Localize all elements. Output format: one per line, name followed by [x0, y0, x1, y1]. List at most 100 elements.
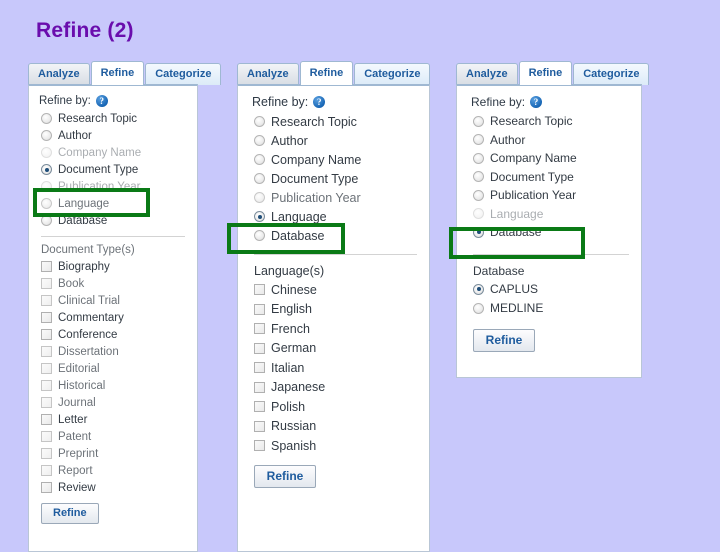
- radio-caplus[interactable]: [473, 283, 484, 295]
- checkbox-row-french[interactable]: French: [252, 319, 419, 339]
- help-icon[interactable]: ?: [95, 95, 108, 107]
- checkbox-row-polish[interactable]: Polish: [252, 397, 419, 417]
- refine-by-option-author[interactable]: Author: [39, 127, 187, 144]
- checkbox-book[interactable]: [41, 278, 52, 289]
- refine-by-option-language[interactable]: Language: [39, 195, 187, 212]
- radio-row-caplus[interactable]: CAPLUS: [471, 280, 631, 299]
- checkbox-review[interactable]: [41, 482, 52, 493]
- refine-by-option-language[interactable]: Language: [471, 205, 631, 224]
- refine-by-option-document-type[interactable]: Document Type: [252, 169, 419, 188]
- refine-by-option-publication-year[interactable]: Publication Year: [252, 188, 419, 207]
- checkbox-french[interactable]: [254, 323, 265, 335]
- checkbox-row-russian[interactable]: Russian: [252, 417, 419, 437]
- radio-language[interactable]: [473, 208, 484, 220]
- radio-publication-year[interactable]: [41, 181, 52, 192]
- radio-language[interactable]: [41, 198, 52, 209]
- checkbox-row-editorial[interactable]: Editorial: [39, 360, 187, 377]
- refine-by-option-publication-year[interactable]: Publication Year: [39, 178, 187, 195]
- refine-by-option-document-type[interactable]: Document Type: [471, 168, 631, 187]
- help-icon[interactable]: ?: [313, 96, 326, 108]
- radio-publication-year[interactable]: [254, 192, 265, 203]
- checkbox-row-patent[interactable]: Patent: [39, 428, 187, 445]
- checkbox-chinese[interactable]: [254, 284, 265, 296]
- refine-by-option-database[interactable]: Database: [252, 226, 419, 245]
- refine-button[interactable]: Refine: [41, 503, 99, 524]
- radio-research-topic[interactable]: [473, 115, 484, 127]
- radio-database[interactable]: [41, 215, 52, 226]
- tab-refine[interactable]: Refine: [518, 61, 573, 85]
- checkbox-polish[interactable]: [254, 401, 265, 413]
- refine-by-option-database[interactable]: Database: [39, 212, 187, 229]
- checkbox-row-german[interactable]: German: [252, 339, 419, 359]
- radio-company-name[interactable]: [41, 147, 52, 158]
- refine-by-option-research-topic[interactable]: Research Topic: [39, 110, 187, 127]
- checkbox-row-italian[interactable]: Italian: [252, 358, 419, 378]
- checkbox-spanish[interactable]: [254, 440, 265, 452]
- refine-by-option-publication-year[interactable]: Publication Year: [471, 186, 631, 205]
- checkbox-row-report[interactable]: Report: [39, 462, 187, 479]
- checkbox-row-letter[interactable]: Letter: [39, 411, 187, 428]
- radio-publication-year[interactable]: [473, 189, 484, 201]
- radio-author[interactable]: [473, 134, 484, 146]
- radio-document-type[interactable]: [473, 171, 484, 183]
- checkbox-japanese[interactable]: [254, 381, 265, 393]
- tab-categorize[interactable]: Categorize: [145, 63, 222, 85]
- tab-categorize[interactable]: Categorize: [354, 63, 431, 85]
- checkbox-letter[interactable]: [41, 414, 52, 425]
- checkbox-german[interactable]: [254, 342, 265, 354]
- refine-by-option-document-type[interactable]: Document Type: [39, 161, 187, 178]
- checkbox-row-review[interactable]: Review: [39, 479, 187, 496]
- radio-document-type[interactable]: [254, 173, 265, 184]
- radio-author[interactable]: [41, 130, 52, 141]
- tab-refine[interactable]: Refine: [90, 61, 145, 85]
- checkbox-conference[interactable]: [41, 329, 52, 340]
- checkbox-row-japanese[interactable]: Japanese: [252, 378, 419, 398]
- checkbox-commentary[interactable]: [41, 312, 52, 323]
- checkbox-row-chinese[interactable]: Chinese: [252, 280, 419, 300]
- refine-by-option-company-name[interactable]: Company Name: [471, 149, 631, 168]
- checkbox-patent[interactable]: [41, 431, 52, 442]
- radio-research-topic[interactable]: [41, 113, 52, 124]
- tab-refine[interactable]: Refine: [299, 61, 354, 85]
- help-icon[interactable]: ?: [530, 96, 543, 108]
- checkbox-row-english[interactable]: English: [252, 300, 419, 320]
- checkbox-row-preprint[interactable]: Preprint: [39, 445, 187, 462]
- checkbox-preprint[interactable]: [41, 448, 52, 459]
- checkbox-row-historical[interactable]: Historical: [39, 377, 187, 394]
- radio-row-medline[interactable]: MEDLINE: [471, 299, 631, 318]
- checkbox-clinical-trial[interactable]: [41, 295, 52, 306]
- checkbox-editorial[interactable]: [41, 363, 52, 374]
- checkbox-row-commentary[interactable]: Commentary: [39, 309, 187, 326]
- radio-database[interactable]: [254, 230, 265, 241]
- refine-by-option-author[interactable]: Author: [471, 131, 631, 150]
- checkbox-row-conference[interactable]: Conference: [39, 326, 187, 343]
- refine-by-option-author[interactable]: Author: [252, 131, 419, 150]
- checkbox-row-biography[interactable]: Biography: [39, 258, 187, 275]
- radio-document-type[interactable]: [41, 164, 52, 175]
- checkbox-row-dissertation[interactable]: Dissertation: [39, 343, 187, 360]
- refine-by-option-language[interactable]: Language: [252, 207, 419, 226]
- tab-analyze[interactable]: Analyze: [28, 63, 90, 85]
- tab-analyze[interactable]: Analyze: [237, 63, 299, 85]
- radio-database[interactable]: [473, 226, 484, 238]
- checkbox-row-spanish[interactable]: Spanish: [252, 436, 419, 456]
- radio-research-topic[interactable]: [254, 116, 265, 127]
- checkbox-row-clinical-trial[interactable]: Clinical Trial: [39, 292, 187, 309]
- checkbox-report[interactable]: [41, 465, 52, 476]
- checkbox-dissertation[interactable]: [41, 346, 52, 357]
- tab-analyze[interactable]: Analyze: [456, 63, 518, 85]
- radio-company-name[interactable]: [254, 154, 265, 165]
- checkbox-journal[interactable]: [41, 397, 52, 408]
- refine-by-option-database[interactable]: Database: [471, 223, 631, 242]
- refine-button[interactable]: Refine: [254, 464, 316, 488]
- checkbox-historical[interactable]: [41, 380, 52, 391]
- radio-author[interactable]: [254, 135, 265, 146]
- checkbox-row-book[interactable]: Book: [39, 275, 187, 292]
- tab-categorize[interactable]: Categorize: [573, 63, 650, 85]
- radio-medline[interactable]: [473, 302, 484, 314]
- checkbox-biography[interactable]: [41, 261, 52, 272]
- refine-button[interactable]: Refine: [473, 328, 535, 352]
- refine-by-option-company-name[interactable]: Company Name: [252, 150, 419, 169]
- radio-company-name[interactable]: [473, 152, 484, 164]
- radio-language[interactable]: [254, 211, 265, 222]
